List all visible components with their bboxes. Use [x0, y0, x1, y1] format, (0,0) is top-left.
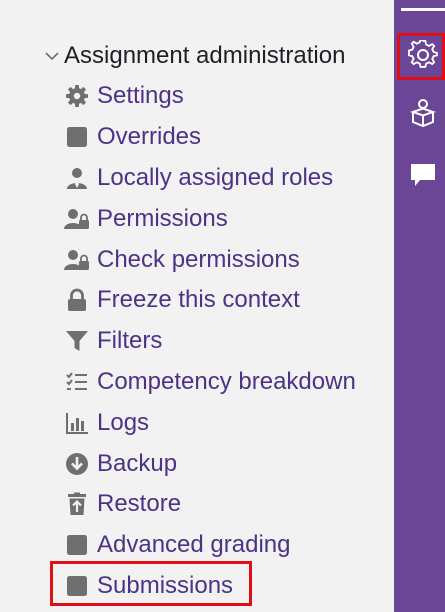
gear-icon [64, 83, 90, 109]
user-icon [64, 165, 90, 191]
chevron-down-icon [44, 48, 60, 64]
menu-item-label: Check permissions [97, 245, 300, 273]
menu-item-label: Settings [97, 82, 184, 110]
trash-upload-icon [64, 491, 90, 517]
menu-item-advanced-grading[interactable]: Advanced grading [64, 525, 384, 566]
menu-item-freeze-this-context[interactable]: Freeze this context [64, 280, 384, 321]
settings-panel: Assignment administration Settings Overr… [0, 0, 394, 612]
assignment-administration-toggle[interactable]: Assignment administration [44, 40, 345, 72]
menu-item-label: Logs [97, 408, 150, 436]
menu-item-label: Freeze this context [97, 286, 300, 314]
menu-item-settings[interactable]: Settings [64, 76, 384, 117]
menu-item-label: Restore [97, 490, 182, 518]
square-icon [64, 124, 90, 150]
menu-item-label: Competency breakdown [97, 367, 356, 395]
download-circle-icon [64, 451, 90, 477]
menu-item-backup[interactable]: Backup [64, 443, 384, 484]
menu-item-locally-assigned-roles[interactable]: Locally assigned roles [64, 158, 384, 199]
menu-item-permissions[interactable]: Permissions [64, 198, 384, 239]
right-drawer-bar [394, 0, 445, 612]
user-lock-icon [64, 206, 90, 232]
lock-icon [64, 287, 90, 313]
user-lock-icon [64, 247, 90, 273]
menu-item-label: Advanced grading [97, 531, 291, 559]
menu-item-restore[interactable]: Restore [64, 484, 384, 525]
bar-chart-icon [64, 410, 90, 436]
menu-item-label: Filters [97, 327, 163, 355]
filter-icon [64, 328, 90, 354]
chat-bubble-icon [408, 160, 438, 195]
menu-item-label: Overrides [97, 123, 202, 151]
menu-item-filters[interactable]: Filters [64, 321, 384, 362]
menu-item-label: Backup [97, 449, 178, 477]
menu-item-check-permissions[interactable]: Check permissions [64, 239, 384, 280]
menu-item-label: Locally assigned roles [97, 163, 334, 191]
menu-item-logs[interactable]: Logs [64, 402, 384, 443]
drawer-settings-highlight-box [397, 33, 445, 80]
menu-item-overrides[interactable]: Overrides [64, 117, 384, 158]
cube-person-icon [408, 98, 438, 133]
square-icon [64, 532, 90, 558]
drawer-messages-button[interactable] [401, 155, 445, 199]
menu-item-label: Permissions [97, 204, 228, 232]
submissions-highlight-box [50, 561, 252, 606]
menu-item-competency-breakdown[interactable]: Competency breakdown [64, 362, 384, 403]
admin-menu-list: Settings Overrides Locally assigned role… [64, 76, 384, 606]
drawer-blocks-button[interactable] [401, 93, 445, 137]
checklist-icon [64, 369, 90, 395]
drawer-top-divider [401, 8, 445, 11]
tree-header-label: Assignment administration [64, 42, 346, 69]
